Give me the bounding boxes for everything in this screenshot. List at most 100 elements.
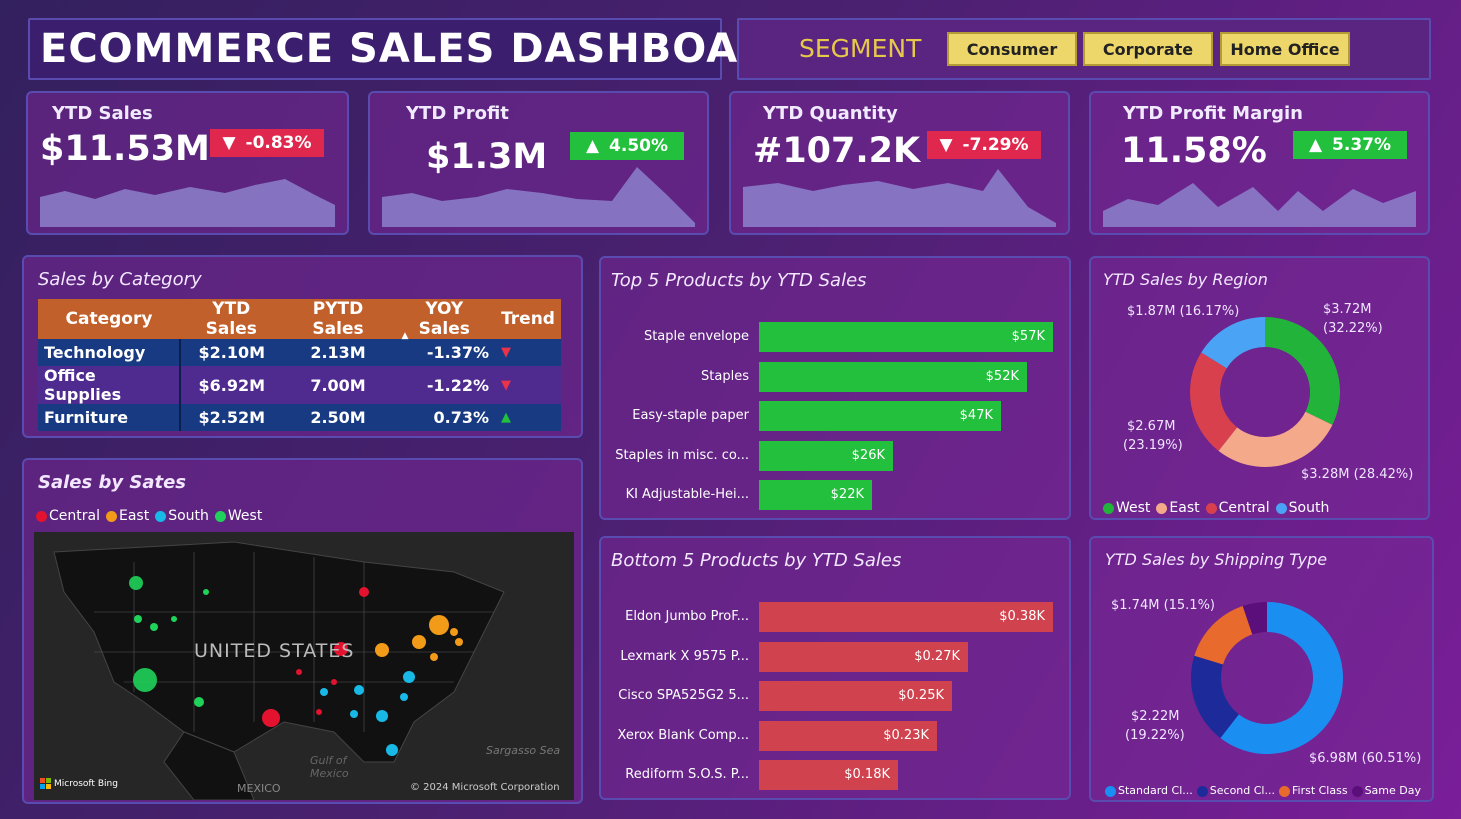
ytd-sales-cell: $6.92M <box>180 366 283 404</box>
region-label-west: $3.72M <box>1323 302 1372 317</box>
map-canvas <box>34 532 574 800</box>
pytd-sales-cell: 2.13M <box>282 339 394 366</box>
table-row[interactable]: Office Supplies $6.92M 7.00M -1.22% ▼ <box>38 366 561 404</box>
kpi-card-ytd-sales: YTD Sales $11.53M ▼ -0.83% <box>26 91 349 235</box>
bar-category-label: Rediform S.O.S. P... <box>625 767 749 782</box>
bar[interactable]: $0.18K <box>759 760 898 790</box>
segment-corporate-button[interactable]: Corporate <box>1083 32 1213 66</box>
donut-slice[interactable] <box>1190 352 1238 451</box>
bing-logo: Microsoft Bing <box>40 778 118 789</box>
donut-slice[interactable] <box>1218 411 1333 467</box>
us-bubble-map[interactable]: UNITED STATES Gulf of Mexico Sargasso Se… <box>34 532 574 800</box>
legend-item-first-class[interactable]: First Class <box>1278 784 1348 797</box>
shipping-label-second-class: $2.22M <box>1131 709 1180 724</box>
kpi-change-value: -0.83% <box>245 133 312 153</box>
column-header-ytd-sales[interactable]: YTD Sales <box>180 299 283 339</box>
ytd-sales-cell: $2.52M <box>180 404 283 431</box>
column-header-yoy-sales[interactable]: YOY Sales ▲ <box>393 299 496 341</box>
legend-item-west[interactable]: West <box>1103 500 1150 516</box>
kpi-change-badge: ▼ -7.29% <box>927 131 1041 159</box>
sparkline <box>382 167 695 227</box>
yoy-sales-cell: 0.73% <box>393 404 496 431</box>
kpi-change-badge: ▲ 5.37% <box>1293 131 1407 159</box>
column-header-trend[interactable]: Trend <box>495 299 561 339</box>
bar[interactable]: $0.38K <box>759 602 1053 632</box>
column-header-category[interactable]: Category <box>38 299 180 339</box>
legend-dot <box>1278 785 1290 797</box>
legend-dot <box>1351 785 1363 797</box>
legend-label: Same Day <box>1364 784 1422 797</box>
legend-item-standard[interactable]: Standard Cl... <box>1105 784 1193 797</box>
kpi-card-ytd-profit-margin: YTD Profit Margin 11.58% ▲ 5.37% <box>1089 91 1430 235</box>
region-donut-chart[interactable] <box>1091 258 1432 522</box>
bar[interactable]: $47K <box>759 401 1001 431</box>
donut-slice[interactable] <box>1194 605 1253 665</box>
map-copyright: © 2024 Microsoft Corporation <box>410 782 560 793</box>
legend-item-central[interactable]: Central <box>1205 500 1270 516</box>
legend-dot <box>1156 502 1168 514</box>
sales-by-region-panel: YTD Sales by Region $1.87M (16.17%) $3.7… <box>1089 256 1430 520</box>
bing-label: Microsoft Bing <box>54 778 118 789</box>
kpi-value: #107.2K <box>753 131 921 171</box>
bar-category-label: Lexmark X 9575 P... <box>620 648 749 664</box>
legend-item-central[interactable]: Central <box>36 508 100 524</box>
kpi-change-badge: ▲ 4.50% <box>570 132 684 160</box>
section-title: Bottom 5 Products by YTD Sales <box>611 550 902 571</box>
kpi-title: YTD Profit Margin <box>1123 103 1303 124</box>
region-label-west-pct: (32.22%) <box>1323 321 1383 336</box>
legend-label: Standard Cl... <box>1118 784 1193 797</box>
map-country-label: UNITED STATES <box>194 640 355 662</box>
legend-dot <box>1275 502 1287 514</box>
kpi-change-value: -7.29% <box>962 135 1029 155</box>
sales-by-category-panel: Sales by Category Category YTD Sales PYT… <box>22 255 583 438</box>
kpi-change-value: 4.50% <box>609 136 669 156</box>
category-cell: Furniture <box>38 404 181 431</box>
bar-category-label: Staple envelope <box>643 329 749 344</box>
column-header-label: YOY Sales <box>418 299 470 339</box>
sparkline <box>40 179 335 227</box>
legend-item-south[interactable]: South <box>1275 500 1329 516</box>
down-arrow-icon: ▼ <box>222 133 236 153</box>
column-header-pytd-sales[interactable]: PYTD Sales <box>282 299 394 339</box>
region-label-central: $2.67M <box>1127 419 1176 434</box>
legend-item-south[interactable]: South <box>155 508 209 524</box>
bar-category-label: Xerox Blank Comp... <box>617 727 750 743</box>
legend-item-same-day[interactable]: Same Day <box>1351 784 1422 797</box>
segment-home-office-button[interactable]: Home Office <box>1220 32 1350 66</box>
legend-label: South <box>168 508 209 524</box>
legend-label: First Class <box>1291 784 1348 797</box>
bar[interactable]: $0.27K <box>759 641 968 672</box>
shipping-label-second-class-pct: (19.22%) <box>1125 728 1185 743</box>
bar[interactable]: $22K <box>759 480 872 510</box>
yoy-sales-cell: -1.22% <box>393 366 496 404</box>
bar[interactable]: $0.23K <box>759 720 937 751</box>
legend-item-east[interactable]: East <box>1156 500 1200 516</box>
legend-item-west[interactable]: West <box>214 508 262 524</box>
legend-label: Second Cl... <box>1209 784 1275 797</box>
sparkline <box>1103 183 1416 227</box>
microsoft-logo-icon <box>40 778 51 789</box>
bar[interactable]: $26K <box>759 440 893 471</box>
region-label-east: $3.28M (28.42%) <box>1301 467 1414 482</box>
bar[interactable]: $0.25K <box>759 681 952 711</box>
region-label-central-pct: (23.19%) <box>1123 438 1183 453</box>
trend-down-icon: ▼ <box>495 339 561 366</box>
shipping-legend: Standard Cl... Second Cl... First Class … <box>1105 784 1421 797</box>
bar[interactable]: $52K <box>759 361 1027 392</box>
map-legend: Central East South West <box>36 508 262 524</box>
trend-up-icon: ▲ <box>495 404 561 431</box>
section-title: Sales by Category <box>38 269 202 290</box>
legend-item-second[interactable]: Second Cl... <box>1196 784 1275 797</box>
table-row[interactable]: Furniture $2.52M 2.50M 0.73% ▲ <box>38 404 561 431</box>
page-title: ECOMMERCE SALES DASHBOARD <box>40 26 805 72</box>
table-row[interactable]: Technology $2.10M 2.13M -1.37% ▼ <box>38 339 561 366</box>
legend-item-east[interactable]: East <box>105 508 149 524</box>
segment-consumer-button[interactable]: Consumer <box>947 32 1077 66</box>
up-arrow-icon: ▲ <box>1308 135 1323 155</box>
shipping-label-first-class: $1.74M (15.1%) <box>1111 598 1216 613</box>
bar-category-label: Eldon Jumbo ProF... <box>625 609 749 624</box>
kpi-title: YTD Quantity <box>763 103 898 124</box>
bar[interactable]: $57K <box>759 322 1053 352</box>
segment-slicer: SEGMENT Consumer Corporate Home Office <box>737 18 1431 80</box>
kpi-card-ytd-profit: YTD Profit $1.3M ▲ 4.50% <box>368 91 709 235</box>
